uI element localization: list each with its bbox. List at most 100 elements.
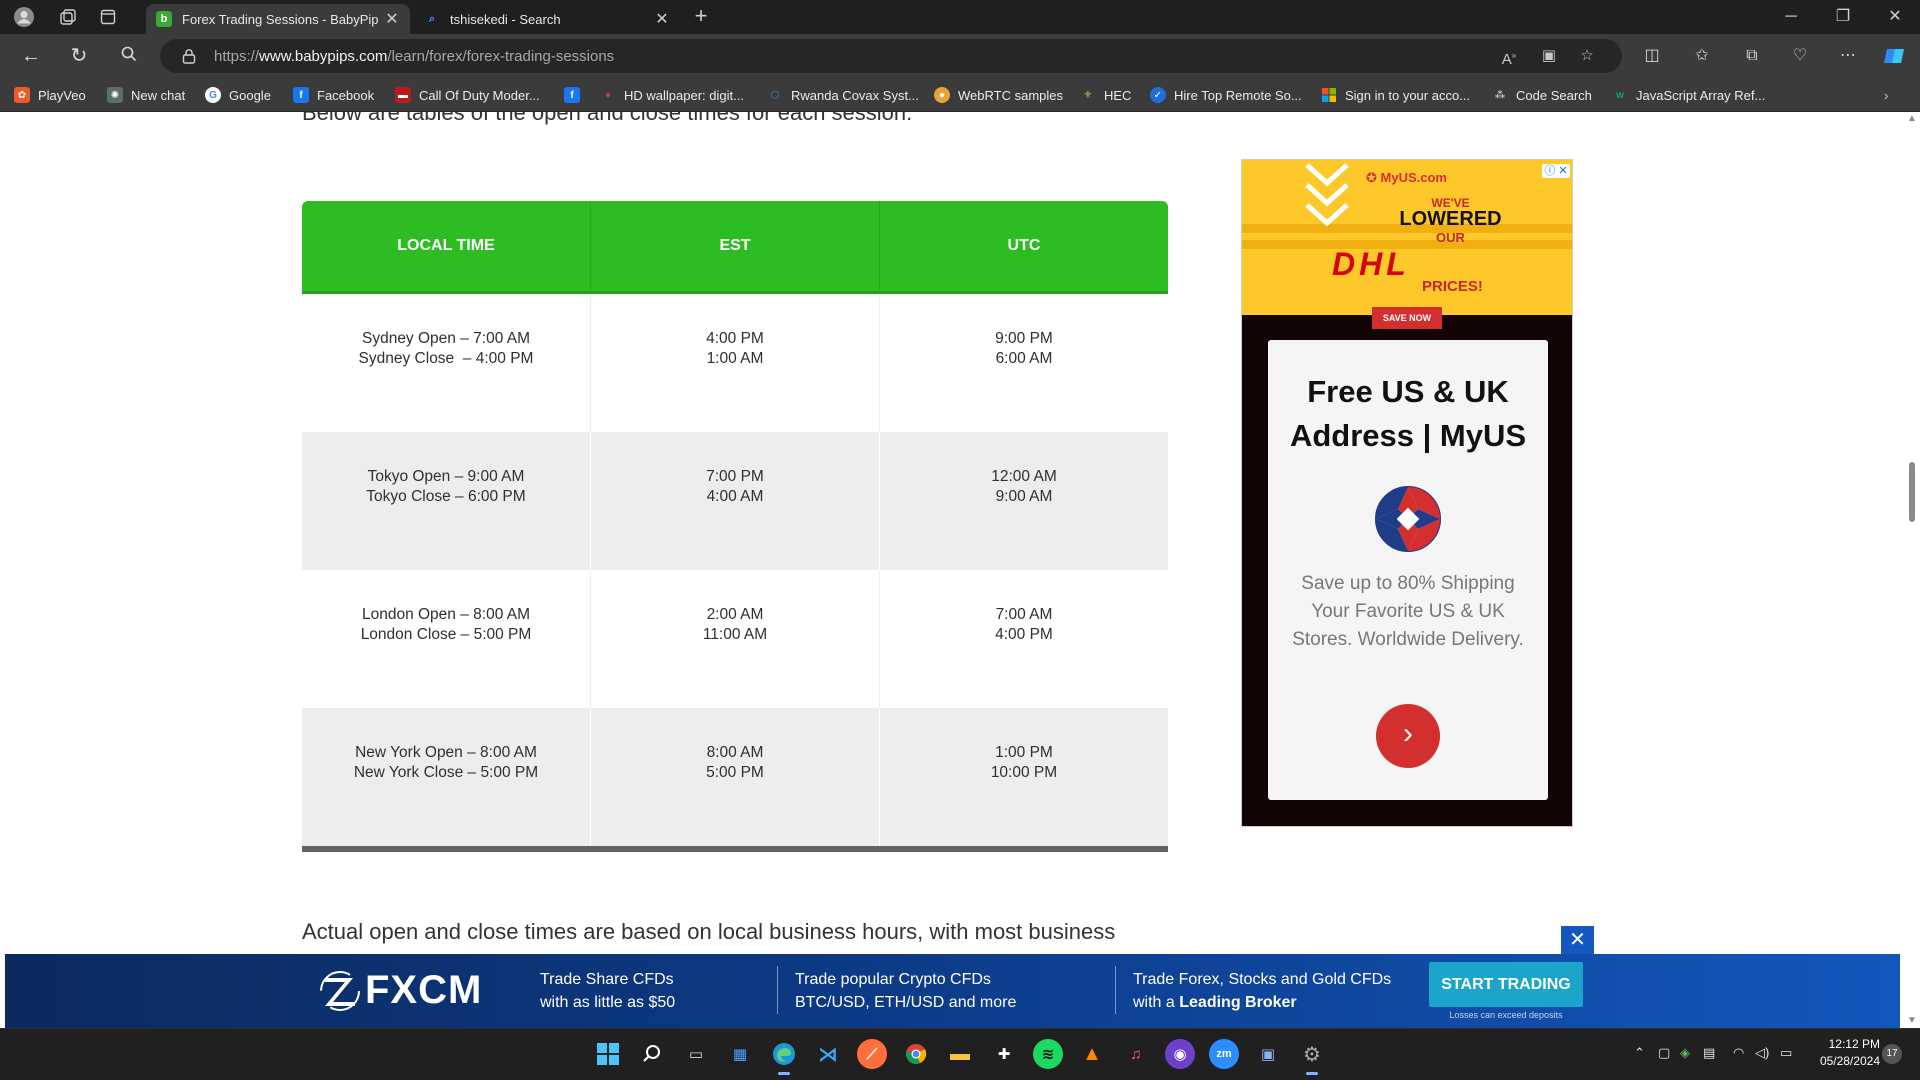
start-trading-button[interactable]: START TRADING	[1429, 962, 1583, 1007]
close-tab-icon[interactable]: ✕	[384, 9, 400, 29]
table-header: LOCAL TIME EST UTC	[302, 201, 1168, 294]
bookmark-code-search[interactable]: ⁂ Code Search	[1492, 86, 1592, 104]
bookmark-hec[interactable]: ⚜ HEC	[1080, 86, 1132, 104]
restore-icon[interactable]: ❐	[1820, 4, 1866, 30]
outro-paragraph: Actual open and close times are based on…	[302, 919, 1116, 944]
bookmark-sign-in[interactable]: Sign in to your acco...	[1321, 86, 1470, 104]
divider	[777, 966, 778, 1014]
postman-icon[interactable]: ⟋	[857, 1039, 887, 1069]
save-now-button[interactable]: SAVE NOW	[1372, 307, 1442, 329]
ad-body: Save up to 80% Shipping Your Favorite US…	[1292, 573, 1524, 650]
show-hidden-icons-chevron-icon[interactable]: ⌃	[1634, 1045, 1645, 1061]
ad-info-close-icon[interactable]: ⓘ ✕	[1542, 164, 1570, 178]
zoom-icon[interactable]: zm	[1209, 1039, 1239, 1069]
bookmark-webrtc[interactable]: ● WebRTC samples	[934, 86, 1063, 104]
refresh-icon[interactable]: ↻	[64, 42, 94, 70]
close-tab-icon[interactable]: ✕	[654, 9, 670, 29]
dhl-logo: DHL	[1332, 246, 1410, 282]
scroll-thumb[interactable]	[1909, 462, 1915, 522]
itunes-icon[interactable]: ♫	[1121, 1039, 1151, 1069]
cell-utc: 7:00 AM 4:00 PM	[880, 570, 1168, 708]
immersive-reader-icon[interactable]: ▣	[1538, 46, 1560, 66]
open-time: 12:00 AM	[991, 468, 1057, 485]
address-bar[interactable]: https://www.babypips.com/learn/forex/for…	[160, 39, 1622, 73]
bookmark-javascript-array[interactable]: w JavaScript Array Ref...	[1612, 86, 1765, 104]
profile-icon[interactable]	[10, 5, 38, 29]
header-est: EST	[591, 201, 880, 291]
search-icon[interactable]	[114, 42, 144, 70]
taskbar-search-icon[interactable]	[637, 1039, 667, 1069]
bookmark-hire-remote[interactable]: ✓ Hire Top Remote So...	[1150, 86, 1302, 104]
scroll-down-arrow-icon[interactable]: ▼	[1907, 1016, 1917, 1026]
settings-gear-icon[interactable]: ⚙	[1297, 1039, 1327, 1075]
browser-essentials-icon[interactable]: ♡	[1788, 45, 1812, 67]
ad-card[interactable]: Free US & UK Address | MyUS Save up to 8…	[1268, 340, 1548, 800]
more-menu-icon[interactable]: ⋯	[1836, 45, 1860, 67]
tray-device-icon[interactable]: ▢	[1658, 1045, 1670, 1061]
header-utc: UTC	[1007, 237, 1041, 254]
cell-local: Sydney Open – 7:00 AM Sydney Close – 4:00…	[302, 294, 591, 432]
github-icon[interactable]: ◉	[1165, 1039, 1195, 1069]
split-screen-icon[interactable]: ◫	[1640, 45, 1664, 67]
tab-actions-icon[interactable]	[94, 5, 122, 29]
workspaces-icon[interactable]	[54, 5, 82, 29]
vscode-icon[interactable]: ⋊	[813, 1039, 843, 1069]
bookmark-rwanda-covax[interactable]: ⬡ Rwanda Covax Syst...	[767, 86, 919, 104]
widgets-icon[interactable]: ▦	[725, 1039, 755, 1069]
collections-icon[interactable]: ⧉	[1740, 45, 1764, 67]
spotify-icon[interactable]: ≋	[1033, 1039, 1063, 1069]
copilot-icon[interactable]	[1882, 45, 1906, 67]
chrome-icon[interactable]	[901, 1039, 931, 1069]
clock[interactable]: 12:12 PM 05/28/2024	[1800, 1036, 1880, 1070]
app-plus-icon[interactable]: ✚	[989, 1039, 1019, 1069]
myus-advertisement[interactable]: ✪ MyUS.com WE'VE LOWERED OUR DHL PRICES!…	[1241, 159, 1573, 827]
bookmark-facebook[interactable]: f Facebook	[293, 86, 374, 104]
dhl-promo-banner[interactable]: ✪ MyUS.com WE'VE LOWERED OUR DHL PRICES!…	[1242, 160, 1572, 315]
back-icon[interactable]: ←	[16, 42, 46, 70]
edge-browser-icon[interactable]	[769, 1039, 799, 1075]
lock-icon[interactable]	[182, 48, 196, 64]
task-view-icon[interactable]: ▭	[681, 1039, 711, 1069]
file-explorer-icon[interactable]: ▬	[945, 1039, 975, 1069]
scroll-up-arrow-icon[interactable]: ▲	[1907, 114, 1917, 124]
new-tab-button[interactable]: +	[688, 4, 714, 30]
myus-logo: ✪ MyUS.com	[1366, 170, 1447, 185]
bookmark-playveo[interactable]: ✿ PlayVeo	[14, 86, 86, 104]
close-ad-button[interactable]: ✕	[1561, 926, 1594, 954]
vlc-icon[interactable]: ▲	[1077, 1039, 1107, 1069]
start-windows-icon[interactable]	[593, 1039, 623, 1069]
tab-title: Forex Trading Sessions - BabyPip	[182, 11, 379, 27]
bookmark-google[interactable]: G Google	[205, 86, 271, 104]
favorites-icon[interactable]: ✩	[1690, 45, 1714, 67]
vertical-scrollbar[interactable]: ▲ ▼	[1904, 112, 1920, 1028]
more-bookmarks-chevron-icon[interactable]: ›	[1884, 86, 1888, 104]
bookmark-facebook-2[interactable]: f	[564, 86, 588, 104]
performance-monitor-icon[interactable]: ▣	[1253, 1039, 1283, 1069]
cell-local: New York Open – 8:00 AM New York Close – …	[302, 708, 591, 846]
close-time: 4:00 AM	[706, 488, 764, 505]
minimize-icon[interactable]: ─	[1768, 4, 1814, 30]
url-text[interactable]: https://www.babypips.com/learn/forex/for…	[214, 48, 614, 65]
volume-icon[interactable]: ◁)	[1755, 1045, 1769, 1061]
remote-icon: ✓	[1150, 87, 1166, 103]
close-window-icon[interactable]: ✕	[1872, 4, 1918, 30]
bookmark-label: Sign in to your acco...	[1345, 87, 1471, 103]
tab-forex-trading-sessions[interactable]: b Forex Trading Sessions - BabyPip ✕	[146, 4, 410, 34]
read-aloud-icon[interactable]: A»	[1498, 46, 1520, 68]
close-time: Sydney Close – 4:00 PM	[358, 350, 534, 367]
open-time: 1:00 PM	[995, 744, 1053, 761]
bookmark-new-chat[interactable]: ✺ New chat	[107, 86, 185, 104]
ad-chevron-right-button[interactable]: ›	[1376, 704, 1440, 768]
bookmark-call-of-duty[interactable]: ▬ Call Of Duty Moder...	[395, 86, 540, 104]
notification-badge[interactable]: 17	[1882, 1044, 1902, 1064]
close-time: 6:00 AM	[995, 350, 1053, 367]
tab-tshisekedi-search[interactable]: ⌕ tshisekedi - Search ✕	[414, 4, 680, 34]
battery-icon[interactable]: ▭	[1780, 1045, 1792, 1061]
tray-monitor-icon[interactable]: ▤	[1703, 1045, 1715, 1061]
bookmark-hd-wallpaper[interactable]: ♦ HD wallpaper: digit...	[600, 86, 744, 104]
wifi-icon[interactable]: ◠	[1733, 1045, 1744, 1061]
favorite-star-icon[interactable]: ☆	[1576, 46, 1598, 66]
tray-app-icon[interactable]: ◈	[1680, 1045, 1690, 1061]
bookmark-label: JavaScript Array Ref...	[1636, 87, 1766, 103]
fxcm-banner-ad[interactable]: FXCM Trade Share CFDs with as little as $…	[5, 954, 1900, 1029]
